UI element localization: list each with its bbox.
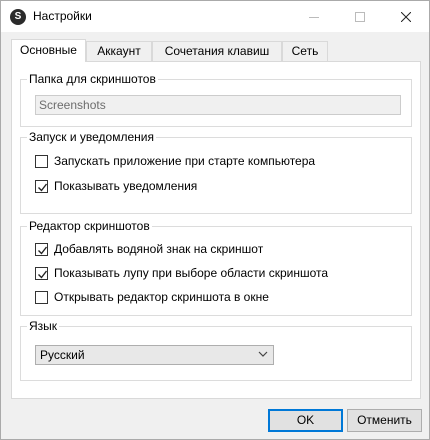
checkmark-icon bbox=[38, 246, 48, 255]
group-title: Папка для скриншотов bbox=[27, 72, 158, 86]
editor-in-window-option[interactable]: Открывать редактор скриншота в окне bbox=[35, 289, 269, 305]
cancel-button[interactable]: Отменить bbox=[347, 409, 422, 432]
close-button[interactable] bbox=[383, 1, 429, 32]
autostart-option[interactable]: Запускать приложение при старте компьюте… bbox=[35, 153, 315, 169]
autostart-checkbox[interactable] bbox=[35, 154, 48, 168]
show-notifications-checkbox[interactable] bbox=[35, 179, 48, 193]
minimize-icon bbox=[309, 16, 319, 18]
checkmark-icon bbox=[38, 270, 48, 279]
screenshot-folder-group: Папка для скриншотов Screenshots bbox=[20, 72, 412, 127]
language-select-value: Русский bbox=[40, 348, 85, 362]
language-group: Язык Русский bbox=[20, 319, 412, 381]
magnifier-checkbox[interactable] bbox=[35, 266, 48, 280]
ok-button[interactable]: OK bbox=[268, 409, 343, 432]
startup-notifications-group: Запуск и уведомления Запускать приложени… bbox=[20, 130, 412, 214]
watermark-option[interactable]: Добавлять водяной знак на скриншот bbox=[35, 241, 263, 257]
group-title: Язык bbox=[27, 319, 60, 333]
language-select[interactable]: Русский bbox=[35, 345, 274, 365]
editor-in-window-checkbox[interactable] bbox=[35, 290, 48, 304]
screenshot-folder-field: Screenshots bbox=[35, 95, 401, 115]
tab-network[interactable]: Сеть bbox=[282, 41, 328, 61]
chevron-down-icon bbox=[258, 351, 268, 357]
magnifier-option[interactable]: Показывать лупу при выборе области скрин… bbox=[35, 265, 328, 281]
checkbox-label[interactable]: Запускать приложение при старте компьюте… bbox=[54, 154, 315, 168]
tab-hotkeys[interactable]: Сочетания клавиш bbox=[152, 41, 282, 61]
title-bar[interactable]: S Настройки bbox=[1, 1, 429, 32]
minimize-button[interactable] bbox=[291, 1, 337, 32]
show-notifications-option[interactable]: Показывать уведомления bbox=[35, 178, 197, 194]
checkbox-label[interactable]: Показывать уведомления bbox=[54, 179, 197, 193]
settings-window: S Настройки Основные Аккаунт Сочетания к… bbox=[0, 0, 430, 440]
maximize-button[interactable] bbox=[337, 1, 383, 32]
close-icon bbox=[401, 11, 411, 22]
watermark-checkbox[interactable] bbox=[35, 242, 48, 256]
screenshot-editor-group: Редактор скриншотов Добавлять водяной зн… bbox=[20, 219, 412, 316]
checkbox-label[interactable]: Показывать лупу при выборе области скрин… bbox=[54, 266, 328, 280]
group-title: Запуск и уведомления bbox=[27, 130, 156, 144]
window-title: Настройки bbox=[33, 9, 92, 23]
tab-main[interactable]: Основные bbox=[11, 39, 86, 62]
checkbox-label[interactable]: Добавлять водяной знак на скриншот bbox=[54, 242, 263, 256]
group-title: Редактор скриншотов bbox=[27, 219, 152, 233]
checkbox-label[interactable]: Открывать редактор скриншота в окне bbox=[54, 290, 269, 304]
maximize-icon bbox=[355, 11, 365, 22]
tab-panel-main: Папка для скриншотов Screenshots Запуск … bbox=[11, 61, 421, 399]
app-icon: S bbox=[10, 9, 26, 25]
checkmark-icon bbox=[38, 183, 48, 192]
tab-account[interactable]: Аккаунт bbox=[86, 41, 152, 61]
